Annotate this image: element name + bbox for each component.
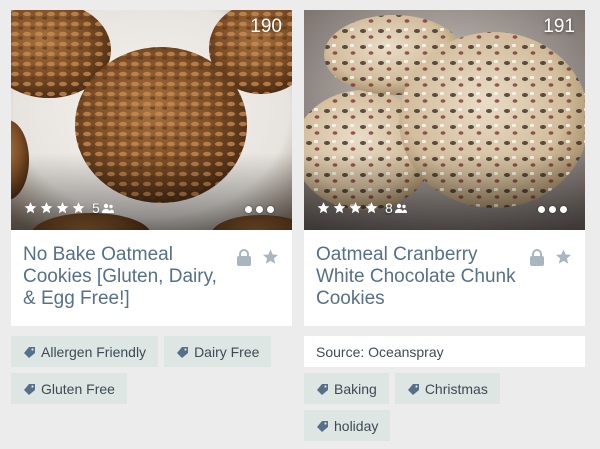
tag-baking[interactable]: Baking [304,373,389,404]
tag-label: Christmas [424,380,488,397]
rating-count: 8 [385,200,393,216]
star-icon [317,202,330,214]
star-icon [24,202,37,214]
recipe-image [304,10,585,230]
people-icon [394,203,407,213]
tag-label: Gluten Free [41,380,115,397]
tag-label: Allergen Friendly [41,343,147,360]
dot [256,206,263,213]
recipe-photo[interactable]: 190 5 [11,10,292,230]
people-icon [101,203,114,213]
recipe-card[interactable]: 190 5 No Bake Oatmeal Cookies [Gluten, D… [11,10,292,404]
rating[interactable]: 5 [23,200,114,216]
card-number: 191 [543,16,575,37]
recipe-title[interactable]: Oatmeal Cranberry White Chocolate Chunk … [316,244,525,310]
card-title-panel: Oatmeal Cranberry White Chocolate Chunk … [304,230,585,326]
star-icon [349,202,362,214]
tag-holiday[interactable]: holiday [304,410,391,441]
star-icon [40,202,53,214]
tag-icon [24,383,35,395]
tag-label: Dairy Free [194,343,260,360]
tag-christmas[interactable]: Christmas [394,373,500,404]
tag-list: Baking Christmas holiday [304,373,585,441]
tag-dairy-free[interactable]: Dairy Free [164,336,272,367]
dot [245,206,252,213]
dot [538,206,545,213]
star-icon[interactable] [261,248,280,266]
recipe-source: Source: Oceanspray [304,336,585,367]
tag-icon [177,346,189,358]
tag-allergen-friendly[interactable]: Allergen Friendly [11,336,159,367]
tag-icon [317,383,328,395]
recipe-photo[interactable]: 191 8 [304,10,585,230]
lock-icon[interactable] [237,248,251,266]
dot [560,206,567,213]
tag-icon [407,383,419,395]
more-options-icon[interactable] [245,206,274,213]
rating-count: 5 [92,200,100,216]
recipe-card[interactable]: 191 8 Oatmeal Cranberry White Chocolate … [304,10,585,441]
tag-list: Allergen Friendly Dairy Free Gluten Free [11,336,292,404]
star-icon [365,202,378,214]
tag-label: holiday [334,417,379,434]
star-icon [72,202,85,214]
star-icon [56,202,69,214]
tag-label: Baking [334,380,377,397]
recipe-image [11,10,292,230]
recipe-title[interactable]: No Bake Oatmeal Cookies [Gluten, Dairy, … [23,244,232,310]
rating[interactable]: 8 [316,200,407,216]
star-icon[interactable] [554,248,573,266]
card-number: 190 [250,16,282,37]
card-title-panel: No Bake Oatmeal Cookies [Gluten, Dairy, … [11,230,292,326]
card-actions [237,248,280,266]
tag-icon [24,346,35,358]
star-rating [316,201,379,215]
tag-gluten-free[interactable]: Gluten Free [11,373,127,404]
more-options-icon[interactable] [538,206,567,213]
star-icon [333,202,346,214]
dot [549,206,556,213]
lock-icon[interactable] [530,248,544,266]
card-actions [530,248,573,266]
tag-icon [317,420,328,432]
star-rating [23,201,86,215]
dot [267,206,274,213]
